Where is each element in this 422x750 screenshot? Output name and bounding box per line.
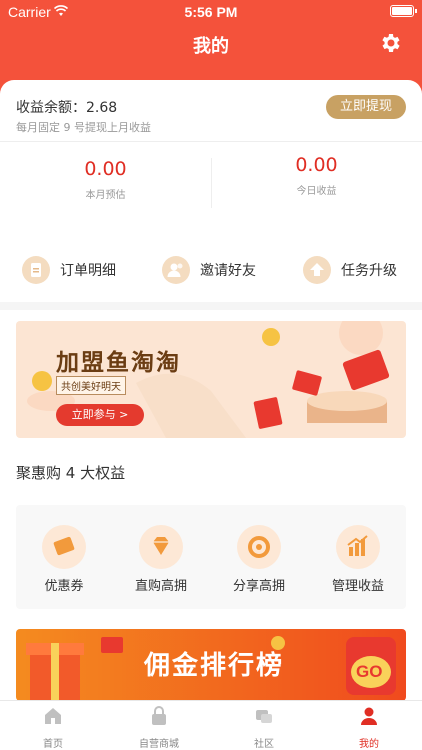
join-promo-banner[interactable]: 加盟鱼淘淘 共创美好明天 立即参与 > — [16, 321, 406, 438]
community-icon — [256, 710, 272, 723]
invite-friends-button[interactable]: 邀请好友 — [162, 253, 256, 287]
right-coupon[interactable]: 优惠券 — [34, 525, 94, 594]
document-icon — [22, 256, 50, 284]
right-coupon-label: 优惠券 — [44, 579, 84, 594]
shop-lock-icon — [152, 706, 166, 725]
earnings-card: 收益余额：2.68 每月固定 9 号提现上月收益 立即提现 0.00 本月预估 … — [0, 80, 422, 302]
stat-today-label: 今日收益 — [296, 186, 337, 197]
page-title: 我的 — [193, 36, 229, 57]
gear-icon[interactable] — [378, 31, 402, 55]
coupon-icon — [42, 525, 86, 569]
balance-value: 2.68 — [86, 100, 118, 116]
ranking-title: 佣金排行榜 — [144, 651, 285, 681]
task-upgrade-label: 任务升级 — [341, 263, 397, 279]
order-details-label: 订单明细 — [60, 263, 116, 279]
right-direct-buy[interactable]: 直购高拥 — [131, 525, 191, 594]
home-icon — [45, 708, 61, 724]
tab-shop-label: 自营商城 — [139, 739, 179, 750]
withdraw-note: 每月固定 9 号提现上月收益 — [16, 121, 151, 134]
tab-community-label: 社区 — [254, 739, 274, 750]
status-bar: Carrier 5:56 PM — [0, 0, 422, 24]
right-share[interactable]: 分享高拥 — [229, 525, 289, 594]
users-icon — [162, 256, 190, 284]
balance-label: 收益余额： — [16, 100, 86, 116]
go-label: GO — [356, 662, 383, 681]
diamond-icon — [139, 525, 183, 569]
stat-month-value: 0.00 — [84, 158, 127, 180]
right-manage[interactable]: 管理收益 — [328, 525, 388, 594]
tab-shop[interactable]: 自营商城 — [106, 705, 212, 750]
commission-ranking-banner[interactable]: 佣金排行榜 GO — [16, 629, 406, 701]
rights-panel: 优惠券 直购高拥 分享高拥 管理收益 — [16, 505, 406, 609]
stat-today-value: 0.00 — [295, 154, 338, 176]
order-details-button[interactable]: 订单明细 — [22, 253, 116, 287]
right-manage-label: 管理收益 — [331, 579, 384, 594]
clock: 5:56 PM — [184, 4, 238, 20]
stat-month-label: 本月预估 — [85, 190, 126, 201]
share-shutter-icon — [237, 525, 281, 569]
profile-icon — [361, 707, 377, 725]
tab-home-label: 首页 — [43, 739, 63, 750]
bar-chart-icon — [336, 525, 380, 569]
banner-title: 加盟鱼淘淘 — [56, 350, 181, 376]
rights-section-title: 聚惠购 4 大权益 — [16, 464, 126, 482]
right-share-label: 分享高拥 — [232, 579, 285, 594]
withdraw-button[interactable]: 立即提现 — [326, 95, 406, 119]
stat-today: 0.00 今日收益 — [211, 154, 422, 197]
tab-community[interactable]: 社区 — [211, 705, 317, 750]
divider — [0, 141, 422, 142]
join-now-button[interactable]: 立即参与 > — [56, 404, 144, 426]
balance-row: 收益余额：2.68 — [16, 97, 117, 117]
upgrade-arrow-icon — [303, 256, 331, 284]
stat-month: 0.00 本月预估 — [0, 158, 211, 201]
tab-bar: 首页 自营商城 社区 我的 — [0, 700, 422, 750]
tab-profile-label: 我的 — [359, 739, 379, 750]
invite-friends-label: 邀请好友 — [200, 263, 256, 279]
tab-home[interactable]: 首页 — [0, 705, 106, 750]
task-upgrade-button[interactable]: 任务升级 — [303, 253, 397, 287]
tab-profile[interactable]: 我的 — [316, 705, 422, 750]
battery-icon — [390, 5, 417, 17]
right-direct-buy-label: 直购高拥 — [134, 579, 187, 594]
banner-subtitle: 共创美好明天 — [56, 376, 126, 395]
section-separator — [0, 302, 422, 310]
